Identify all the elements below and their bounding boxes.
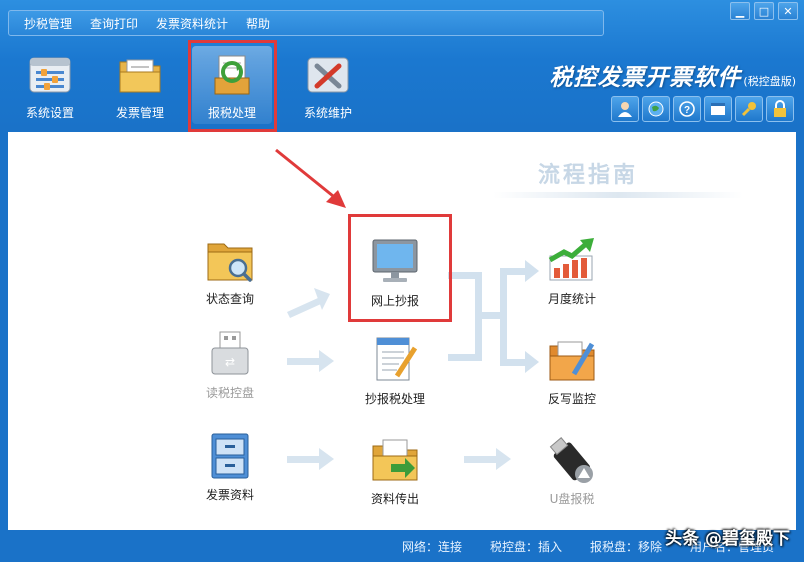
arrow-invoice-to-transfer	[287, 448, 334, 470]
tools-icon	[307, 57, 349, 93]
status-tax-disk: 税控盘：插入	[489, 539, 562, 554]
app-window: 抄税管理 查询打印 发票资料统计 帮助 ▁ □ ✕ 系统设置 发票管理 报税处理…	[0, 0, 804, 562]
node-usb-tax-report[interactable]: U盘报税	[522, 434, 622, 507]
window-icon	[711, 103, 725, 115]
lock-button[interactable]	[766, 96, 794, 122]
monitor-icon	[372, 239, 418, 282]
user-icon	[618, 102, 632, 117]
node-writeback-monitor[interactable]: 反写监控	[522, 334, 622, 407]
node-label: 抄报税处理	[364, 392, 425, 406]
svg-text:⇄: ⇄	[225, 355, 235, 369]
folder-export-icon	[372, 439, 418, 481]
node-label: 资料传出	[370, 492, 419, 506]
usb-drive-icon: ⇄	[211, 331, 249, 375]
help-button[interactable]: ?	[673, 96, 701, 122]
menu-help[interactable]: 帮助	[237, 15, 279, 32]
brand: 税控发票开票软件 (税控盘版)	[549, 58, 796, 92]
menu-tax-management[interactable]: 抄税管理	[15, 15, 81, 32]
toolbar-label: 发票管理	[115, 106, 164, 120]
menu-invoice-stats[interactable]: 发票资料统计	[147, 15, 237, 32]
tax-report-icon	[214, 55, 250, 95]
settings-panel-icon	[29, 57, 71, 93]
brand-title: 税控发票开票软件	[549, 64, 742, 91]
node-invoice-data[interactable]: 发票资料	[180, 430, 280, 503]
node-label: 状态查询	[205, 292, 254, 306]
toolbar-label: 系统设置	[25, 106, 74, 120]
svg-text:?: ?	[684, 105, 690, 116]
pointer-arrow	[275, 148, 339, 202]
watermark: 头条 @碧玺殿下	[665, 529, 790, 549]
close-button[interactable]: ✕	[778, 2, 798, 20]
toolbar-system-maintenance[interactable]: 系统维护	[288, 46, 368, 124]
window-button[interactable]	[704, 96, 732, 122]
folder-search-icon	[207, 243, 253, 282]
toolbar-tax-processing[interactable]: 报税处理	[192, 46, 272, 124]
help-icon: ?	[679, 101, 695, 117]
node-label: 发票资料	[205, 488, 254, 502]
growth-chart-icon	[548, 238, 594, 281]
user-button[interactable]	[611, 96, 639, 122]
quick-toolbar: ?	[611, 96, 794, 122]
node-label: 读税控盘	[205, 386, 254, 400]
usb-stick-icon	[549, 437, 593, 483]
status-report-disk: 报税盘：移除	[589, 539, 662, 554]
node-label: 反写监控	[547, 392, 596, 406]
node-online-report[interactable]: 网上抄报	[345, 236, 445, 309]
node-status-query[interactable]: 状态查询	[180, 234, 280, 307]
close-icon: ✕	[783, 4, 793, 18]
key-button[interactable]	[735, 96, 763, 122]
status-network: 网络：连接	[401, 539, 462, 554]
menu-query-print[interactable]: 查询打印	[81, 15, 147, 32]
maximize-button[interactable]: □	[754, 2, 774, 20]
folder-documents-icon	[119, 59, 161, 93]
arrow-status-to-online	[287, 288, 330, 318]
node-read-tax-disk[interactable]: ⇄ 读税控盘	[180, 328, 280, 401]
menubar: 抄税管理 查询打印 发票资料统计 帮助	[8, 10, 604, 36]
node-label: U盘报税	[549, 492, 595, 506]
toolbar-label: 报税处理	[207, 106, 256, 120]
toolbar-label: 系统维护	[303, 106, 352, 120]
window-controls: ▁ □ ✕	[730, 2, 798, 20]
toolbar-system-settings[interactable]: 系统设置	[10, 46, 90, 124]
minimize-icon: ▁	[735, 4, 745, 18]
minimize-button[interactable]: ▁	[730, 2, 750, 20]
toolbar-invoice-management[interactable]: 发票管理	[100, 46, 180, 124]
globe-icon	[648, 101, 664, 117]
node-data-transfer[interactable]: 资料传出	[345, 434, 445, 507]
arrow-read-to-copy	[287, 350, 334, 372]
brand-subtitle: (税控盘版)	[743, 75, 796, 88]
document-pen-icon	[376, 337, 418, 381]
node-copy-tax-processing[interactable]: 抄报税处理	[345, 334, 445, 407]
flow-guide-panel: 流程指南 状态查询 ⇄ 读税控盘 发票资料 网上抄报 抄报税处理 资料传出 月度…	[8, 132, 796, 530]
network-button[interactable]	[642, 96, 670, 122]
arrow-transfer-to-usb	[464, 448, 511, 470]
maximize-icon: □	[758, 4, 770, 18]
cabinet-icon	[211, 433, 249, 479]
lock-icon	[774, 100, 786, 117]
node-label: 网上抄报	[370, 294, 419, 308]
node-monthly-stats[interactable]: 月度统计	[522, 234, 622, 307]
folder-edit-icon	[549, 341, 595, 381]
node-label: 月度统计	[547, 292, 596, 306]
key-icon	[741, 102, 756, 117]
